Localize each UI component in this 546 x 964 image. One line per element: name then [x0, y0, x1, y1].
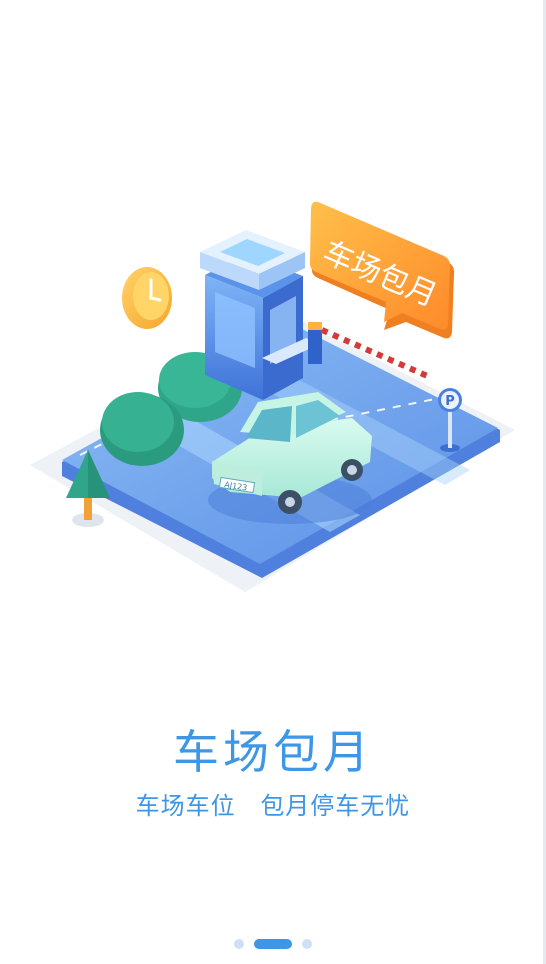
toll-booth-icon [200, 230, 320, 400]
page-dot-2-active[interactable] [254, 939, 292, 949]
clock-icon [122, 267, 172, 329]
page-title: 车场包月 [173, 725, 373, 779]
parking-illustration: P 车场包月 AJ123 [30, 201, 515, 592]
subtitle-part-2: 包月停车无忧 [260, 792, 411, 820]
monthly-parking-sign: 车场包月 [309, 201, 455, 339]
page-dot-1[interactable] [234, 939, 244, 949]
page-subtitle: 车场车位 包月停车无忧 [0, 790, 546, 822]
subtitle-part-1: 车场车位 [135, 792, 236, 820]
svg-text:P: P [445, 394, 455, 409]
page-indicator [0, 936, 546, 952]
page-dot-3[interactable] [302, 939, 312, 949]
